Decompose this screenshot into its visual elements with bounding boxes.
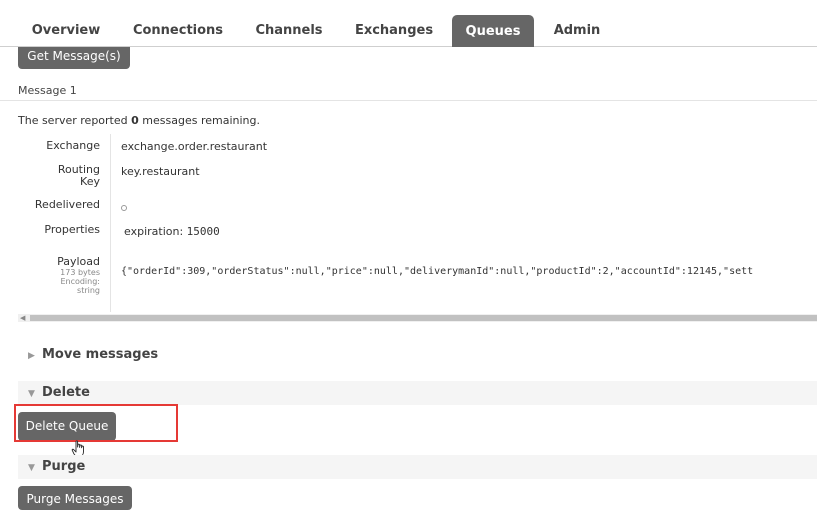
payload-size: 173 bytes [60, 268, 100, 277]
tab-channels[interactable]: Channels [244, 14, 334, 46]
scrollbar-thumb[interactable] [30, 315, 817, 321]
message-title-divider [0, 100, 817, 101]
remaining-count: 0 [131, 114, 139, 127]
properties-value: expiration: 15000 [124, 225, 220, 238]
payload-value: {"orderId":309,"orderStatus":null,"price… [121, 266, 754, 277]
payload-label: Payload 173 bytes Encoding: string [57, 255, 100, 296]
payload-encoding-value: string [77, 286, 100, 295]
highlight-box [14, 404, 178, 442]
routing-key-label: Routing Key [57, 163, 100, 188]
tab-connections[interactable]: Connections [124, 14, 232, 46]
message-title: Message 1 [18, 84, 77, 97]
section-delete[interactable]: ▼ Delete [18, 381, 817, 405]
routing-key-value: key.restaurant [121, 165, 200, 178]
tab-queues[interactable]: Queues [452, 15, 534, 47]
tab-admin[interactable]: Admin [546, 14, 608, 46]
section-purge[interactable]: ▼ Purge [18, 455, 817, 479]
chevron-down-icon: ▼ [28, 389, 35, 399]
chevron-right-icon: ▶ [28, 351, 35, 361]
payload-horizontal-scrollbar[interactable]: ◀ [18, 314, 817, 322]
field-label-divider [110, 134, 111, 312]
get-messages-button[interactable]: Get Message(s) [18, 47, 130, 69]
payload-encoding-label: Encoding: [60, 277, 100, 286]
scroll-left-arrow-icon[interactable]: ◀ [20, 314, 25, 322]
main-navigation: Overview Connections Channels Exchanges … [0, 0, 817, 47]
tab-overview[interactable]: Overview [18, 14, 114, 46]
exchange-label: Exchange [46, 139, 100, 152]
redelivered-circle-icon [121, 205, 127, 211]
chevron-down-icon: ▼ [28, 463, 35, 473]
redelivered-label: Redelivered [34, 198, 100, 211]
properties-label: Properties [44, 223, 100, 236]
section-move-messages[interactable]: ▶ Move messages [18, 343, 817, 367]
tab-exchanges[interactable]: Exchanges [346, 14, 442, 46]
exchange-value: exchange.order.restaurant [121, 140, 268, 153]
server-remaining-text: The server reported 0 messages remaining… [18, 114, 260, 127]
purge-messages-button[interactable]: Purge Messages [18, 486, 132, 510]
